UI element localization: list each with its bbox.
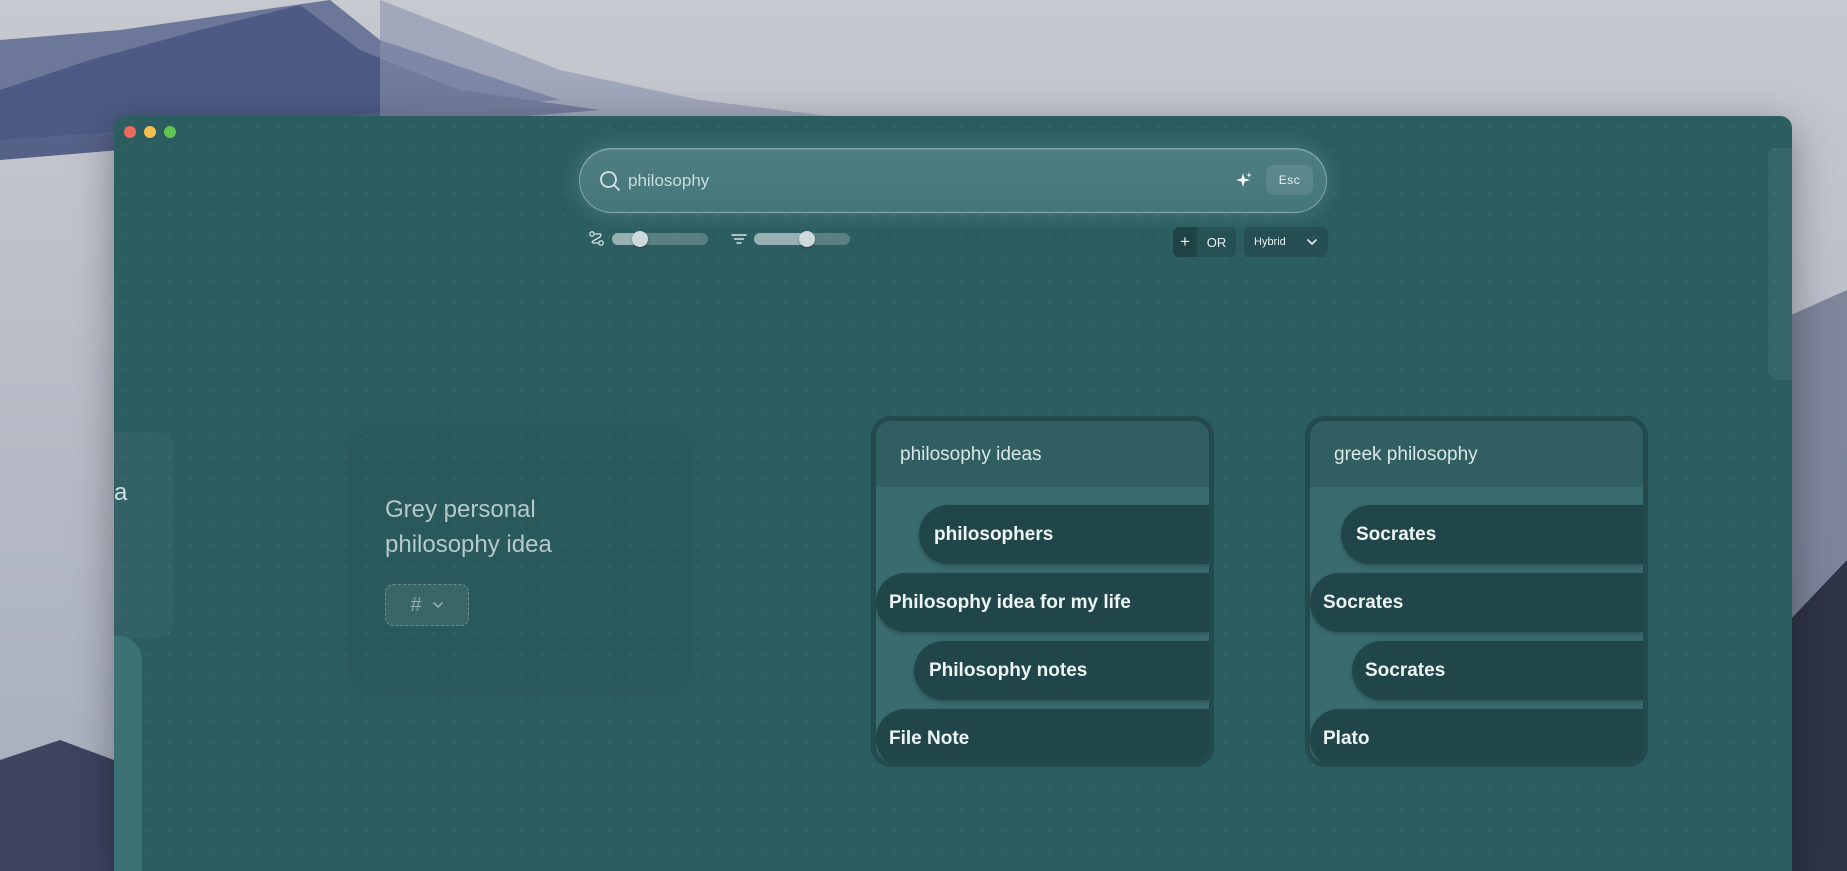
note-item[interactable]: Socrates (1310, 573, 1643, 632)
note-item[interactable]: Socrates (1352, 641, 1643, 700)
connection-nodes-icon (589, 231, 604, 246)
cluster-title: greek philosophy (1310, 421, 1643, 487)
maximize-window-button[interactable] (164, 126, 176, 138)
cluster-notes: Socrates Socrates Socrates Plato (1310, 487, 1643, 762)
ai-sparkle-icon[interactable] (1235, 171, 1253, 189)
note-item[interactable]: Plato (1310, 709, 1643, 762)
search-input[interactable] (628, 167, 1188, 195)
logic-toggle: + OR (1173, 227, 1236, 257)
app-window: Esc + OR Hybrid a (114, 116, 1792, 871)
filter-icon (731, 234, 747, 244)
hash-icon: # (410, 593, 422, 616)
left-dock-edge[interactable] (114, 636, 142, 871)
esc-button[interactable]: Esc (1266, 165, 1313, 195)
filter-slider-thumb[interactable] (798, 231, 815, 247)
search-bar: Esc (579, 148, 1327, 213)
offscreen-note-title: a (114, 479, 128, 506)
note-item[interactable]: philosophers (919, 505, 1209, 564)
search-icon (600, 171, 620, 191)
window-controls (124, 126, 176, 138)
similarity-slider[interactable] (612, 231, 708, 247)
cluster-notes: philosophers Philosophy idea for my life… (876, 487, 1209, 762)
note-item[interactable]: File Note (876, 709, 1209, 762)
search-mode-select[interactable]: Hybrid (1244, 227, 1328, 257)
note-item[interactable]: Philosophy idea for my life (876, 573, 1209, 632)
note-card-grey[interactable]: Grey personal philosophy idea # (350, 432, 690, 688)
side-panel-edge[interactable] (1768, 148, 1792, 380)
chevron-down-icon (432, 602, 443, 609)
chevron-down-icon (1307, 239, 1317, 246)
add-tag-button[interactable]: # (385, 584, 469, 626)
logic-or-button[interactable]: OR (1197, 227, 1236, 257)
note-item[interactable]: Philosophy notes (914, 641, 1209, 700)
offscreen-note-card[interactable] (114, 432, 174, 638)
note-card-title: Grey personal philosophy idea (385, 496, 552, 558)
cluster-card-greek-philosophy[interactable]: greek philosophy Socrates Socrates Socra… (1305, 416, 1648, 767)
search-mode-value: Hybrid (1254, 236, 1286, 248)
cluster-card-philosophy-ideas[interactable]: philosophy ideas philosophers Philosophy… (871, 416, 1214, 767)
filter-slider[interactable] (754, 231, 850, 247)
cluster-title: philosophy ideas (876, 421, 1209, 487)
similarity-slider-thumb[interactable] (632, 231, 648, 247)
add-condition-button[interactable]: + (1173, 227, 1197, 257)
similarity-slider-group (588, 230, 708, 248)
filter-slider-group (730, 230, 850, 248)
note-item[interactable]: Socrates (1341, 505, 1643, 564)
minimize-window-button[interactable] (144, 126, 156, 138)
close-window-button[interactable] (124, 126, 136, 138)
